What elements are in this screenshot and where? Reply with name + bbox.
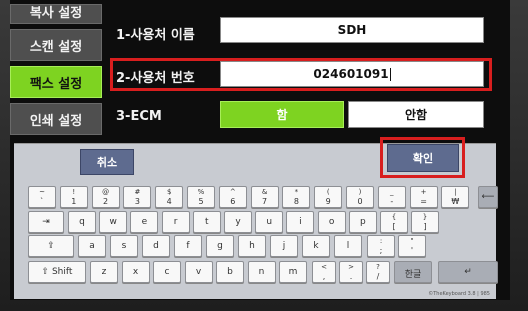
key-3[interactable]: #3 bbox=[123, 186, 152, 208]
user-name-value: SDH bbox=[337, 23, 367, 37]
key-p[interactable]: p bbox=[348, 211, 377, 233]
key-w[interactable]: w bbox=[99, 211, 128, 233]
bracket-key-0[interactable]: {[ bbox=[380, 211, 408, 233]
key-11[interactable]: _ - bbox=[377, 186, 406, 208]
key-f[interactable]: f bbox=[174, 235, 202, 257]
confirm-button[interactable]: 확인 bbox=[387, 144, 459, 172]
key-s[interactable]: s bbox=[110, 235, 138, 257]
punct4-key-1[interactable]: >. bbox=[339, 261, 363, 283]
virtual-keyboard: 취소 확인 ~ `! 1 @2 #3 $4% 5 ^ 6 & 7 * 8(9) 0 _ - + = | ₩ q w e r t y… bbox=[14, 137, 498, 299]
shift-label: Shift bbox=[51, 267, 73, 277]
key-z[interactable]: z bbox=[90, 261, 118, 283]
shift-key[interactable]: ⇧ Shift bbox=[28, 261, 86, 283]
sidebar-item-fax[interactable]: 팩스 설정 bbox=[10, 66, 102, 98]
ecm-label: 3-ECM bbox=[116, 109, 162, 124]
user-name-field[interactable]: SDH bbox=[220, 17, 484, 43]
key-4[interactable]: $4 bbox=[155, 186, 184, 208]
shift-icon: ⇧ bbox=[41, 267, 50, 277]
tab-key[interactable]: ⇥ bbox=[28, 211, 64, 233]
ecm-on-button[interactable]: 함 bbox=[220, 101, 344, 128]
punct-key-1[interactable]: " ' bbox=[398, 235, 426, 257]
key-g[interactable]: g bbox=[206, 235, 234, 257]
user-number-field[interactable]: 024601091 bbox=[220, 61, 484, 87]
key-a[interactable]: a bbox=[78, 235, 106, 257]
key-o[interactable]: o bbox=[317, 211, 346, 233]
sidebar: 복사 설정 스캔 설정 팩스 설정 인쇄 설정 bbox=[10, 0, 102, 142]
key-v[interactable]: v bbox=[184, 261, 213, 283]
hangul-key[interactable]: 한글 bbox=[394, 261, 432, 283]
key-2[interactable]: @2 bbox=[91, 186, 120, 208]
key-10[interactable]: ) 0 bbox=[346, 186, 374, 208]
key-e[interactable]: e bbox=[130, 211, 159, 233]
key-i[interactable]: i bbox=[286, 211, 315, 233]
sidebar-item-copy[interactable]: 복사 설정 bbox=[10, 4, 102, 24]
caps-lock-key[interactable]: ⇪ bbox=[28, 235, 74, 257]
key-h[interactable]: h bbox=[238, 235, 266, 257]
key-q[interactable]: q bbox=[68, 211, 96, 233]
key-8[interactable]: * 8 bbox=[282, 186, 311, 208]
key-c[interactable]: c bbox=[153, 261, 181, 283]
key-0[interactable]: ~ ` bbox=[28, 186, 56, 208]
key-1[interactable]: ! 1 bbox=[59, 186, 88, 208]
key-x[interactable]: x bbox=[121, 261, 150, 283]
key-9[interactable]: (9 bbox=[314, 186, 343, 208]
user-name-label: 1-사용처 이름 bbox=[116, 28, 195, 43]
key-6[interactable]: ^ 6 bbox=[218, 186, 247, 208]
key-k[interactable]: k bbox=[302, 235, 330, 257]
enter-key[interactable]: ↵ bbox=[438, 261, 498, 283]
bracket-key-1[interactable]: }] bbox=[411, 211, 439, 233]
key-u[interactable]: u bbox=[255, 211, 284, 233]
backspace-key[interactable]: ⟵ bbox=[478, 186, 498, 208]
key-r[interactable]: r bbox=[161, 211, 190, 233]
key-y[interactable]: y bbox=[224, 211, 252, 233]
key-l[interactable]: l bbox=[334, 235, 362, 257]
punct4-key-2[interactable]: ? / bbox=[366, 261, 390, 283]
sidebar-item-scan[interactable]: 스캔 설정 bbox=[10, 29, 102, 61]
ecm-off-button[interactable]: 안함 bbox=[348, 101, 484, 128]
key-t[interactable]: t bbox=[192, 211, 221, 233]
cancel-button[interactable]: 취소 bbox=[80, 149, 134, 175]
key-5[interactable]: % 5 bbox=[187, 186, 215, 208]
key-12[interactable]: + = bbox=[409, 186, 438, 208]
keyboard-version: ©TheKeyboard 3.8 | 985 bbox=[428, 291, 490, 297]
key-7[interactable]: & 7 bbox=[250, 186, 279, 208]
user-number-label: 2-사용처 번호 bbox=[116, 71, 195, 86]
key-13[interactable]: | ₩ bbox=[441, 186, 470, 208]
user-number-value: 024601091 bbox=[313, 67, 389, 81]
key-j[interactable]: j bbox=[270, 235, 298, 257]
key-n[interactable]: n bbox=[247, 261, 276, 283]
key-m[interactable]: m bbox=[279, 261, 307, 283]
key-d[interactable]: d bbox=[142, 235, 170, 257]
punct-key-0[interactable]: :; bbox=[367, 235, 395, 257]
sidebar-item-print[interactable]: 인쇄 설정 bbox=[10, 103, 102, 135]
text-caret bbox=[389, 67, 391, 81]
punct4-key-0[interactable]: <, bbox=[312, 261, 336, 283]
key-b[interactable]: b bbox=[216, 261, 244, 283]
